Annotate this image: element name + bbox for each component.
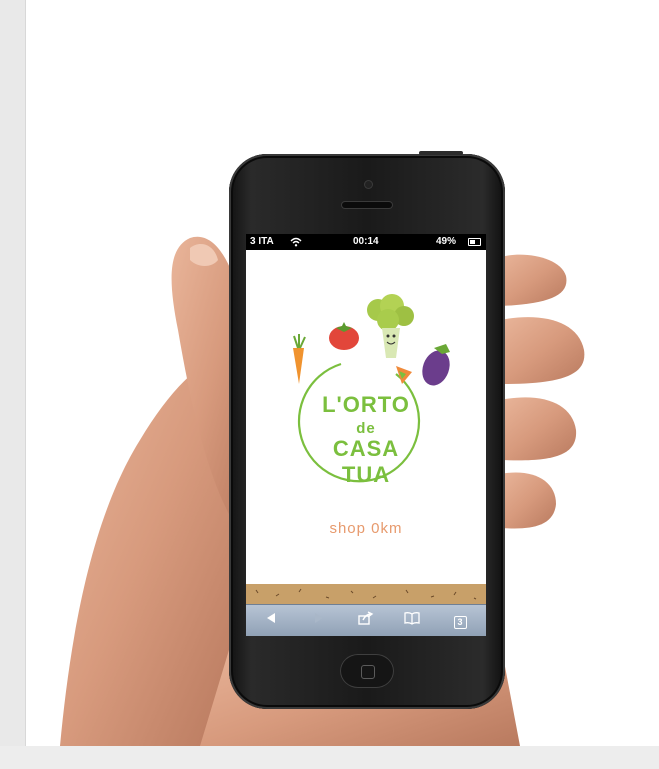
safari-toolbar: 3 [246, 604, 486, 636]
forward-button[interactable] [308, 611, 330, 631]
wifi-icon [290, 237, 302, 247]
eggplant-icon [422, 344, 450, 386]
tabs-count: 3 [453, 616, 467, 629]
power-button [419, 151, 463, 155]
tagline: shop 0km [329, 520, 403, 537]
forward-arrow-icon [315, 613, 323, 623]
front-camera [365, 181, 372, 188]
battery-percent: 49% [436, 236, 457, 247]
bottom-strip [0, 746, 659, 769]
back-arrow-icon [267, 613, 275, 623]
carrot-icon [293, 334, 306, 384]
phone-screen: 3 ITA 00:14 49% L'ORTO de CASA TUA shop … [246, 234, 486, 636]
share-button[interactable] [355, 611, 377, 631]
broccoli-icon [367, 294, 414, 358]
bookmarks-button[interactable] [401, 611, 423, 631]
clock: 00:14 [353, 236, 379, 247]
carrier-label: 3 ITA [250, 236, 274, 247]
home-button[interactable] [340, 654, 394, 688]
status-bar: 3 ITA 00:14 49% [246, 234, 486, 250]
book-icon [404, 612, 420, 625]
logo-text-line2: de [356, 420, 376, 437]
tomato-icon [329, 322, 359, 350]
webpage: L'ORTO de CASA TUA shop 0km [246, 250, 486, 584]
share-icon [358, 611, 374, 625]
earpiece-speaker [342, 202, 392, 208]
logo-text-line3: CASA [332, 436, 400, 461]
back-button[interactable] [260, 611, 282, 631]
battery-icon [468, 238, 481, 246]
logo-text-line4: TUA [341, 462, 391, 487]
soil-strip [246, 584, 486, 604]
logo-text-line1: L'ORTO [322, 392, 410, 417]
tabs-button[interactable]: 3 [449, 611, 471, 631]
